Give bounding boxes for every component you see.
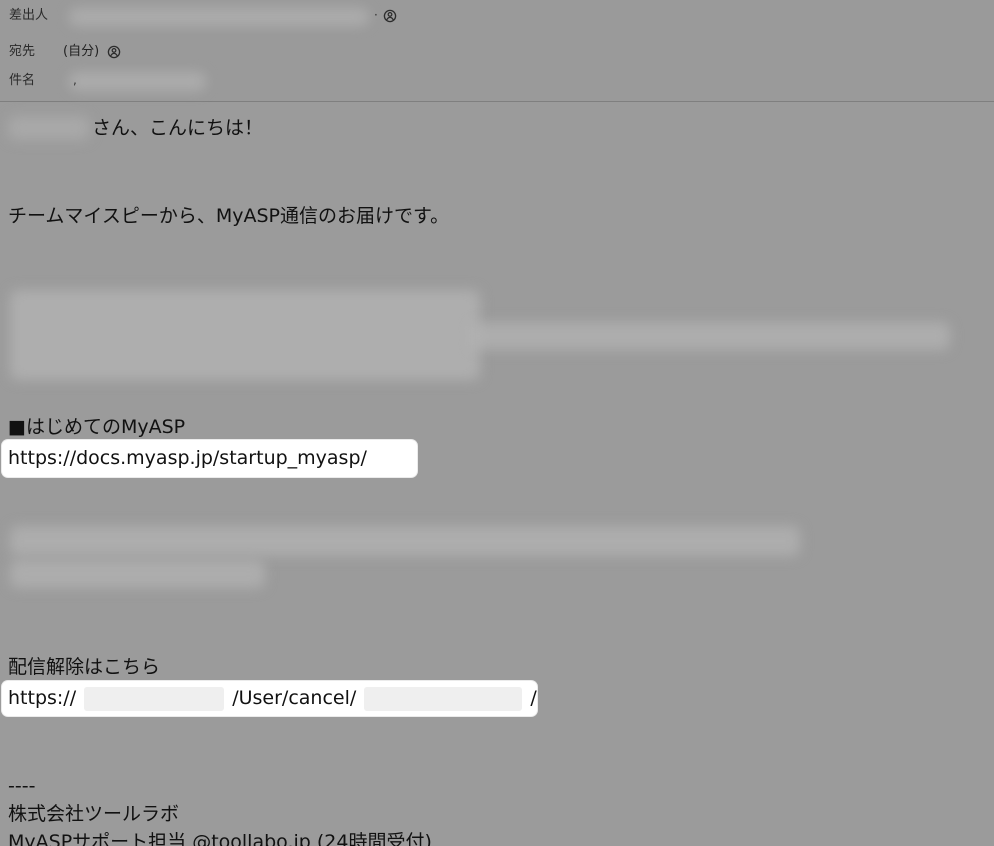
to-self-text: (自分): [63, 44, 100, 59]
blurred-paragraph-2-tail: [10, 560, 265, 588]
unsubscribe-prefix: https://: [8, 687, 77, 709]
signature-dash: ----: [8, 775, 36, 797]
person-circle-icon[interactable]: [383, 9, 397, 23]
to-label: 宛先: [9, 44, 36, 59]
from-label: 差出人: [9, 8, 49, 23]
startup-link-box[interactable]: https://docs.myasp.jp/startup_myasp/: [2, 440, 417, 477]
greeting-name-blur: [8, 116, 90, 140]
intro-line: チームマイスピーから、MyASP通信のお届けです。: [8, 205, 450, 227]
unsubscribe-middle: /User/cancel/: [232, 687, 357, 709]
unsubscribe-token-mask: [364, 686, 523, 711]
blurred-paragraph-1-tail: [470, 322, 950, 350]
greeting-line: さん、こんにちは！: [92, 117, 264, 139]
unsubscribe-link-box[interactable]: https:// /User/cancel/ /: [2, 681, 537, 716]
blurred-paragraph-2: [10, 526, 800, 556]
subject-comma: ,: [73, 73, 77, 87]
email-header: 差出人 · 宛先 (自分) 件名 ,: [0, 0, 994, 102]
unsubscribe-domain-mask: [84, 686, 225, 711]
signature-block: ---- 株式会社ツールラボ MyASPサポート担当 @toollabo.jp …: [8, 772, 432, 846]
startup-link[interactable]: https://docs.myasp.jp/startup_myasp/: [8, 445, 367, 471]
to-value: (自分): [63, 42, 121, 62]
unsubscribe-suffix: /: [530, 687, 537, 709]
signature-company: 株式会社ツールラボ: [8, 803, 180, 825]
from-redacted-block: [69, 8, 369, 26]
subject-redacted-block: [69, 72, 206, 91]
email-body: さん、こんにちは！ チームマイスピーから、MyASP通信のお届けです。 ■はじめ…: [0, 102, 994, 846]
unsubscribe-link[interactable]: https:// /User/cancel/ /: [8, 685, 537, 711]
section1-title: ■はじめてのMyASP: [8, 416, 186, 438]
person-circle-icon[interactable]: [107, 45, 121, 59]
unsubscribe-title: 配信解除はこちら: [8, 656, 161, 678]
signature-partial: MyASPサポート担当 @toollabo.jp (24時間受付): [8, 831, 432, 846]
from-dot: ·: [374, 8, 378, 22]
subject-label: 件名: [9, 73, 36, 88]
blurred-paragraph-1: [10, 290, 480, 380]
